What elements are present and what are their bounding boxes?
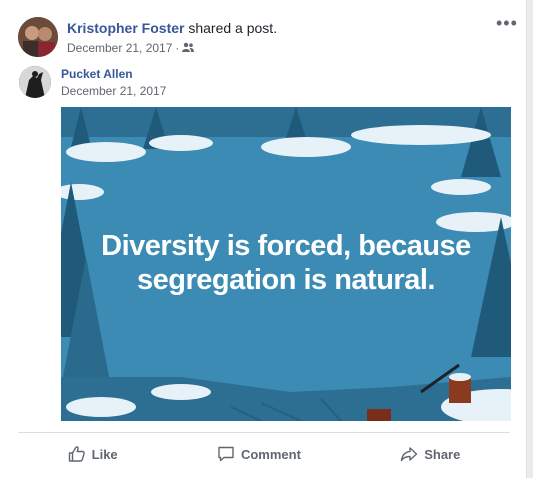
sharer-post-date[interactable]: December 21, 2017 (67, 41, 172, 55)
sharer-avatar[interactable] (18, 17, 58, 57)
share-arrow-icon (400, 445, 418, 463)
meta-separator: · (175, 41, 180, 55)
original-post-date[interactable]: December 21, 2017 (61, 84, 166, 98)
like-label: Like (91, 446, 118, 462)
share-action-text: shared a post. (188, 20, 278, 36)
like-button[interactable]: Like (68, 445, 118, 463)
original-poster-avatar[interactable] (19, 66, 51, 98)
sharer-name[interactable]: Kristopher Foster (67, 20, 184, 36)
post-image-quote: Diversity is forced, because segregation… (101, 230, 471, 296)
post-action-bar: Like Comment Share (18, 440, 510, 468)
action-bar-divider (18, 432, 510, 433)
more-options-icon[interactable]: ••• (496, 14, 518, 32)
friends-icon[interactable] (182, 41, 195, 55)
sharer-line: Kristopher Foster shared a post. (67, 20, 277, 36)
comment-label: Comment (240, 446, 301, 462)
comment-button[interactable]: Comment (217, 445, 301, 463)
shared-post-card: Kristopher Foster shared a post. Decembe… (0, 0, 527, 478)
speech-bubble-icon (217, 445, 235, 463)
thumbs-up-icon (68, 445, 86, 463)
sharer-meta: December 21, 2017 · (67, 41, 195, 55)
post-image[interactable]: Diversity is forced, because segregation… (61, 107, 511, 421)
share-label: Share (424, 446, 461, 462)
original-poster-name[interactable]: Pucket Allen (61, 67, 133, 81)
share-button[interactable]: Share (400, 445, 460, 463)
